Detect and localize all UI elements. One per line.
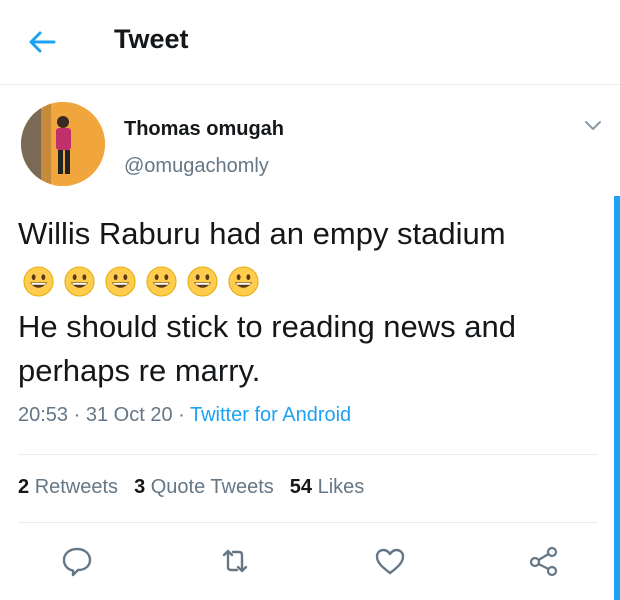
likes-count: 54 — [289, 476, 313, 498]
divider — [18, 454, 598, 455]
page-title: Tweet — [114, 24, 189, 54]
tweet-text-line-2: He should stick to reading news and — [18, 309, 517, 344]
quotes-count: 3 — [134, 476, 146, 498]
likes-label: Likes — [317, 476, 365, 498]
tweet-meta: 20:53 · 31 Oct 20 · Twitter for Android — [18, 404, 351, 427]
avatar[interactable] — [21, 102, 105, 186]
grinning-face-emoji — [64, 266, 95, 297]
divider — [18, 522, 598, 523]
retweets-label: Retweets — [34, 476, 119, 498]
emoji-row — [22, 265, 260, 301]
meta-separator: · — [172, 404, 190, 426]
tweet-text-line: Willis Raburu had an empy stadium — [18, 216, 506, 251]
likes-stat[interactable]: 54 Likes — [290, 476, 365, 498]
retweets-stat[interactable]: 2 Retweets — [18, 476, 118, 498]
tweet-text-line-3: perhaps re marry. — [18, 353, 261, 388]
retweets-count: 2 — [18, 476, 30, 498]
engagement-stats: 2 Retweets 3 Quote Tweets 54 Likes — [18, 476, 364, 499]
header-bar: Tweet — [0, 0, 620, 85]
tweet-source-link[interactable]: Twitter for Android — [190, 404, 351, 426]
grinning-face-emoji — [146, 266, 177, 297]
reply-icon[interactable] — [60, 544, 94, 578]
tweet-text-line: He should stick to reading news and perh… — [18, 305, 608, 393]
grinning-face-emoji — [23, 266, 54, 297]
author-handle[interactable]: @omugachomly — [124, 155, 269, 178]
tweet-date[interactable]: 31 Oct 20 — [86, 404, 173, 426]
back-arrow-icon[interactable] — [24, 24, 60, 60]
grinning-face-emoji — [187, 266, 218, 297]
quote-tweets-stat[interactable]: 3 Quote Tweets — [134, 476, 274, 498]
quotes-label: Quote Tweets — [150, 476, 274, 498]
grinning-face-emoji — [228, 266, 259, 297]
share-icon[interactable] — [527, 544, 561, 578]
avatar-photo — [21, 102, 105, 186]
tweet-time[interactable]: 20:53 — [18, 404, 68, 426]
grinning-face-emoji — [105, 266, 136, 297]
scroll-indicator — [614, 196, 620, 600]
retweet-icon[interactable] — [218, 544, 252, 578]
chevron-down-icon[interactable] — [582, 118, 604, 134]
like-icon[interactable] — [373, 544, 407, 578]
meta-separator: · — [68, 404, 86, 426]
author-name[interactable]: Thomas omugah — [124, 118, 284, 141]
